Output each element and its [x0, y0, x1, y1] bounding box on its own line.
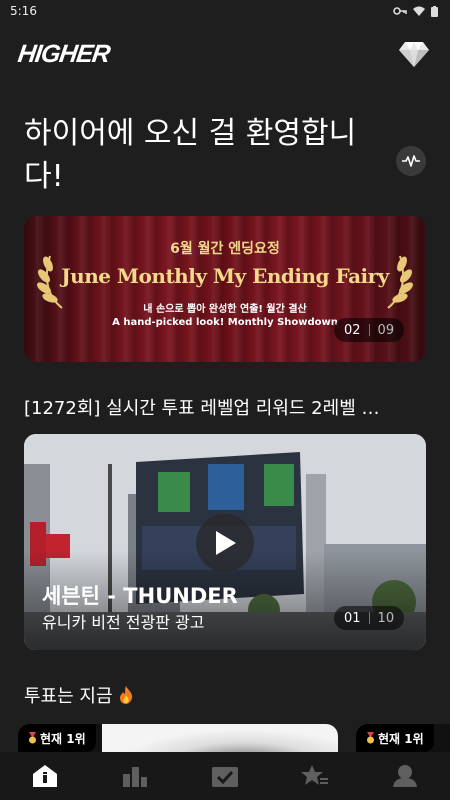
tab-favorites[interactable]	[291, 756, 339, 796]
banner-subtitle-ko: 내 손으로 뽑아 완성한 연출! 월간 결산	[143, 304, 307, 315]
pager-divider	[368, 612, 370, 624]
video-card[interactable]: 세븐틴 - THUNDER 유니카 비전 전광판 광고 01 10	[24, 434, 426, 650]
medal-icon	[367, 732, 374, 744]
pager-current: 01	[344, 610, 361, 626]
tab-vote[interactable]	[201, 756, 249, 796]
welcome-heading: 하이어에 오신 걸 환영합니다!	[24, 116, 357, 194]
wifi-icon	[413, 6, 425, 16]
rank-badge: 현재 1위	[18, 724, 96, 752]
status-icons	[393, 5, 438, 17]
rank-badge-label: 현재 1위	[40, 731, 86, 746]
banner-pager: 02 09	[334, 318, 405, 342]
status-time: 5:16	[10, 4, 37, 18]
pager-total: 09	[377, 322, 395, 338]
rank-badge-label: 현재 1위	[378, 731, 424, 746]
video-subtitle: 유니카 비전 전광판 광고	[42, 613, 205, 632]
fire-icon	[119, 686, 132, 704]
favorite-star-icon	[301, 765, 328, 785]
pager-divider	[368, 324, 370, 336]
video-title: 세븐틴 - THUNDER	[42, 584, 238, 608]
banner-kicker: 6월 월간 엔딩요정	[170, 241, 280, 257]
tab-chart[interactable]	[111, 756, 159, 796]
pager-total: 10	[377, 610, 395, 626]
activity-button[interactable]	[396, 146, 426, 176]
section-title[interactable]: [1272회] 실시간 투표 레벨업 리워드 2레벨 …	[24, 394, 434, 420]
rank-badge: 현재 1위	[356, 724, 434, 752]
play-button[interactable]	[196, 514, 254, 572]
chart-icon	[123, 767, 147, 787]
tab-home[interactable]	[21, 756, 69, 796]
profile-icon	[393, 765, 417, 787]
medal-icon	[29, 732, 36, 744]
vote-check-icon	[212, 767, 238, 787]
bottom-tab-bar	[0, 752, 450, 800]
battery-icon	[431, 5, 438, 17]
vote-now-heading: 투표는 지금	[24, 682, 133, 708]
tab-profile[interactable]	[381, 756, 429, 796]
status-bar: 5:16	[0, 0, 450, 22]
pager-current: 02	[344, 322, 361, 338]
pulse-icon	[402, 155, 420, 167]
app-logo[interactable]: HIGHER	[16, 40, 111, 69]
vote-now-label: 투표는 지금	[24, 686, 113, 707]
diamond-icon[interactable]	[398, 40, 430, 68]
home-icon	[33, 765, 57, 787]
app-header: HIGHER	[0, 36, 450, 72]
event-banner[interactable]: 6월 월간 엔딩요정 June Monthly My Ending Fairy …	[24, 216, 426, 362]
key-icon	[393, 7, 407, 15]
video-pager: 01 10	[334, 606, 405, 630]
banner-title: June Monthly My Ending Fairy	[61, 264, 389, 288]
play-icon	[216, 531, 236, 555]
